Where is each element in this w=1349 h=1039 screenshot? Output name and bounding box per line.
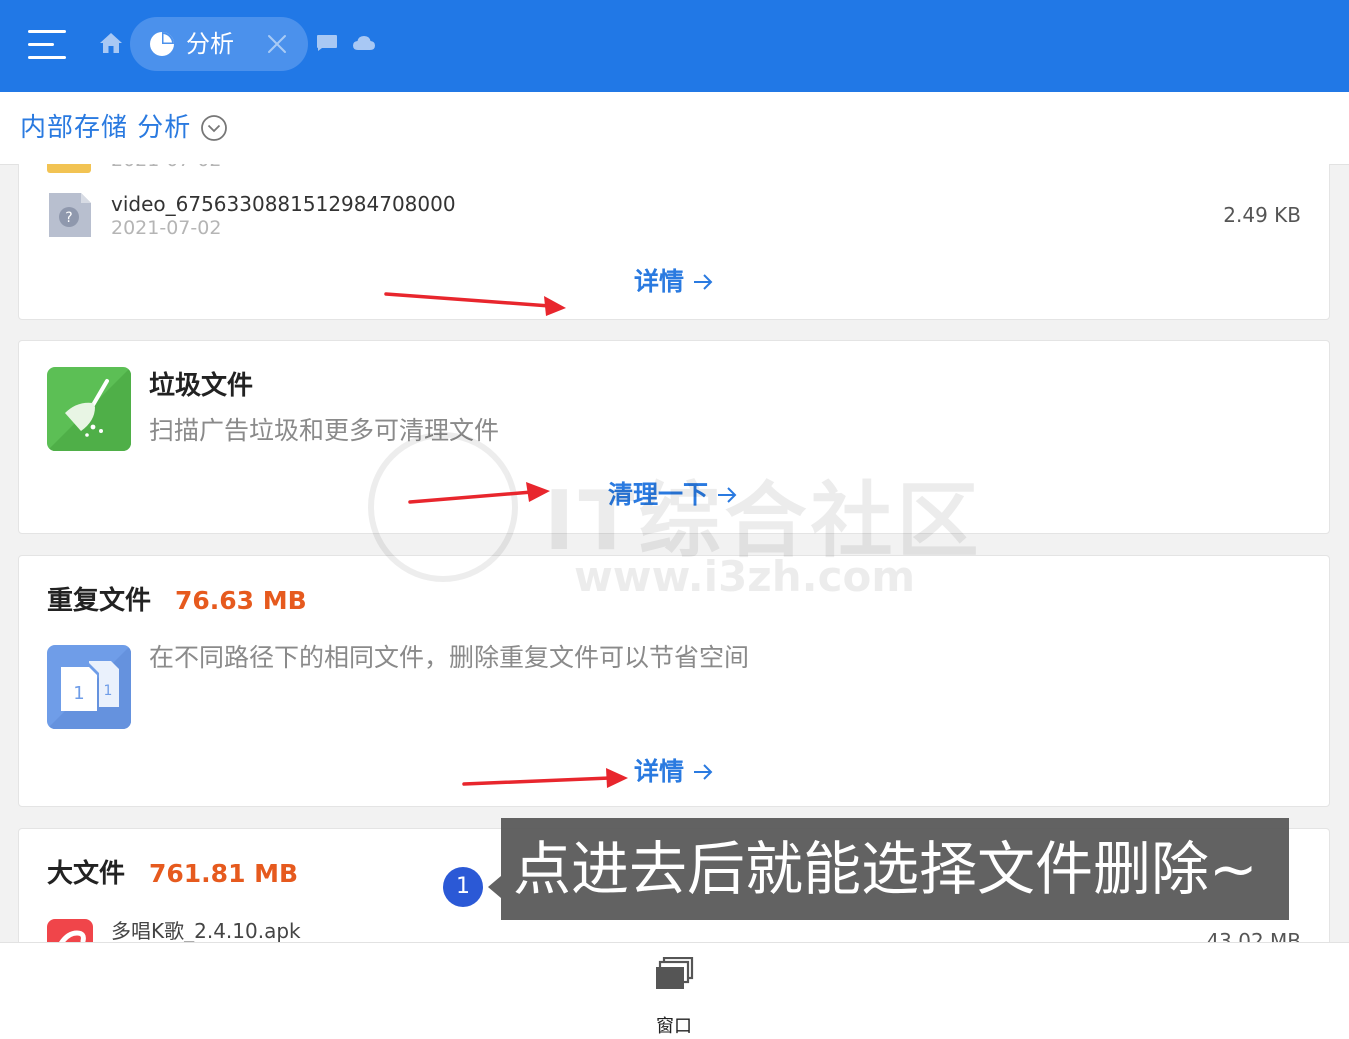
- file-size: 2.49 KB: [1223, 203, 1301, 227]
- cloud-icon[interactable]: [352, 34, 376, 52]
- recent-files-card: 2021-07-02 ? video_675633088151298470800…: [18, 164, 1330, 320]
- svg-text:1: 1: [104, 683, 113, 699]
- duplicates-detail-link[interactable]: 详情: [634, 757, 714, 787]
- folder-icon: [47, 164, 91, 173]
- broom-icon: [47, 367, 131, 451]
- page-title: 内部存储 分析: [20, 113, 192, 143]
- arrow-right-icon: [694, 764, 713, 780]
- window-stack-icon: [656, 957, 694, 989]
- file-name[interactable]: video_6756330881512984708000: [111, 191, 456, 217]
- clean-up-button[interactable]: 清理一下: [608, 480, 738, 510]
- annotation-text: 点进去后就能选择文件删除~: [513, 835, 1258, 903]
- window-label: 窗口: [656, 1016, 692, 1037]
- large-files-title: 大文件: [47, 859, 126, 889]
- storage-header: 内部存储 分析: [0, 92, 1349, 165]
- junk-files-card[interactable]: 垃圾文件 扫描广告垃圾和更多可清理文件 清理一下: [18, 340, 1330, 534]
- pie-chart-icon: [150, 32, 174, 56]
- large-files-size: 761.81 MB: [149, 859, 299, 888]
- window-button[interactable]: 窗口: [636, 955, 712, 1037]
- close-icon[interactable]: [266, 33, 288, 55]
- app-icon: [47, 919, 93, 942]
- arrow-right-icon: [694, 274, 713, 290]
- home-icon[interactable]: [98, 30, 124, 56]
- svg-text:?: ?: [65, 210, 72, 226]
- red-arrow-annotation: [408, 482, 550, 504]
- tab-label: 分析: [186, 30, 234, 58]
- recent-detail-link[interactable]: 详情: [634, 267, 714, 297]
- duplicates-title: 重复文件: [47, 586, 152, 616]
- chevron-down-icon[interactable]: [200, 114, 228, 142]
- message-icon[interactable]: [316, 34, 338, 52]
- tab-analysis[interactable]: 分析: [130, 17, 308, 71]
- red-arrow-annotation: [384, 292, 566, 316]
- annotation-caption: 点进去后就能选择文件删除~: [501, 818, 1289, 920]
- top-bar: 分析: [0, 0, 1349, 92]
- menu-icon[interactable]: [28, 28, 66, 62]
- file-date: 2021-07-02: [111, 217, 222, 239]
- duplicate-file-icon: 1 1: [47, 645, 131, 729]
- svg-text:1: 1: [73, 683, 84, 704]
- file-size: 43.02 MB: [1206, 929, 1301, 942]
- duplicates-description: 在不同路径下的相同文件，删除重复文件可以节省空间: [149, 643, 750, 672]
- red-arrow-annotation: [462, 768, 628, 788]
- caption-pointer: [488, 876, 501, 898]
- bottom-bar: 窗口: [0, 942, 1349, 1039]
- detail-link-label: 详情: [634, 757, 685, 786]
- detail-link-label: 详情: [634, 267, 685, 296]
- junk-description: 扫描广告垃圾和更多可清理文件: [149, 416, 500, 445]
- duplicates-size: 76.63 MB: [175, 586, 307, 615]
- step-badge: 1: [443, 867, 483, 907]
- junk-title: 垃圾文件: [149, 371, 254, 401]
- arrow-right-icon: [718, 487, 737, 503]
- file-name[interactable]: 多唱K歌_2.4.10.apk: [111, 915, 301, 942]
- file-date: 2021-07-02: [111, 164, 221, 171]
- clean-up-label: 清理一下: [608, 480, 709, 509]
- duplicate-files-card[interactable]: 重复文件 76.63 MB 1 1 在不同路径下的相同文件，删除重复文件可以节省…: [18, 555, 1330, 807]
- unknown-file-icon: ?: [49, 193, 91, 237]
